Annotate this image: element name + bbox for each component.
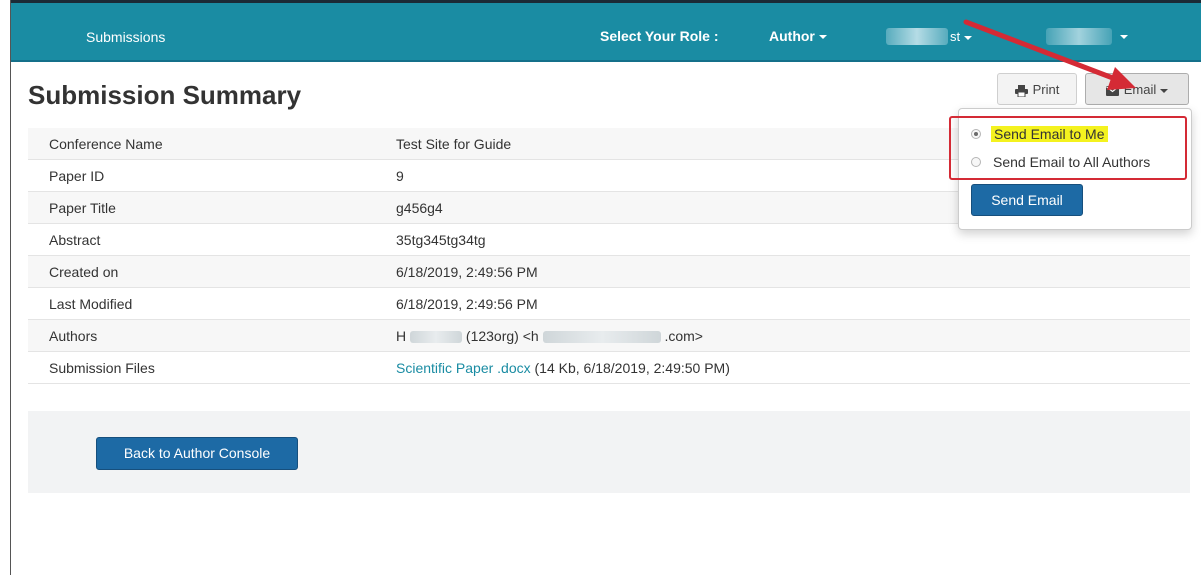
- author-email-suffix: .com>: [664, 327, 703, 344]
- account-menu[interactable]: [1046, 26, 1146, 48]
- role-dropdown-value: Author: [769, 28, 815, 44]
- send-email-button[interactable]: Send Email: [971, 184, 1083, 216]
- print-button-label: Print: [1032, 82, 1060, 97]
- email-dropdown-button[interactable]: Email: [1085, 73, 1189, 105]
- row-label: Paper ID: [28, 159, 375, 192]
- redacted-account: [1046, 28, 1112, 45]
- window-left-edge: [10, 0, 11, 575]
- chevron-down-icon: [818, 35, 827, 40]
- page-title: Submission Summary: [28, 80, 302, 110]
- back-to-author-console-button[interactable]: Back to Author Console: [96, 437, 298, 470]
- table-row: Submission Files Scientific Paper .docx …: [28, 351, 1190, 384]
- annotation-highlight-box: [949, 116, 1187, 180]
- chevron-down-icon: [1160, 88, 1169, 93]
- row-label: Paper Title: [28, 191, 375, 224]
- top-navbar: Submissions Select Your Role : Author st: [11, 3, 1201, 62]
- row-label: Conference Name: [28, 128, 375, 160]
- row-value: 6/18/2019, 2:49:56 PM: [375, 287, 1190, 320]
- author-org: (123org) <h: [465, 327, 539, 344]
- row-label: Abstract: [28, 223, 375, 256]
- author-name-initial: H: [396, 327, 407, 344]
- row-label: Submission Files: [28, 351, 375, 384]
- user-menu-label: st: [950, 29, 961, 44]
- table-row: Created on 6/18/2019, 2:49:56 PM: [28, 255, 1190, 288]
- redacted-username: [886, 28, 948, 45]
- row-label: Created on: [28, 255, 375, 288]
- role-select-label: Select Your Role :: [600, 28, 719, 44]
- row-label: Authors: [28, 319, 375, 352]
- printer-icon: [1014, 84, 1028, 97]
- redacted-author-email: [542, 330, 661, 343]
- submission-file-link[interactable]: Scientific Paper .docx: [396, 360, 531, 376]
- row-label: Last Modified: [28, 287, 375, 320]
- files-value: Scientific Paper .docx (14 Kb, 6/18/2019…: [375, 351, 1190, 384]
- row-value: 6/18/2019, 2:49:56 PM: [375, 255, 1190, 288]
- redacted-author-name: [410, 330, 463, 343]
- envelope-icon: [1105, 85, 1119, 96]
- table-row: Last Modified 6/18/2019, 2:49:56 PM: [28, 287, 1190, 320]
- print-button[interactable]: Print: [997, 73, 1077, 105]
- chevron-down-icon: [964, 35, 973, 40]
- submission-file-meta: (14 Kb, 6/18/2019, 2:49:50 PM): [534, 359, 730, 376]
- footer-panel: Back to Author Console: [28, 411, 1190, 493]
- table-row: Authors H (123org) <h .com>: [28, 319, 1190, 352]
- email-button-label: Email: [1123, 82, 1157, 97]
- user-menu[interactable]: st: [886, 26, 986, 48]
- chevron-down-icon: [1120, 35, 1128, 39]
- nav-submissions-link[interactable]: Submissions: [86, 29, 165, 45]
- role-dropdown[interactable]: Author: [769, 28, 827, 44]
- authors-value: H (123org) <h .com>: [375, 319, 1190, 352]
